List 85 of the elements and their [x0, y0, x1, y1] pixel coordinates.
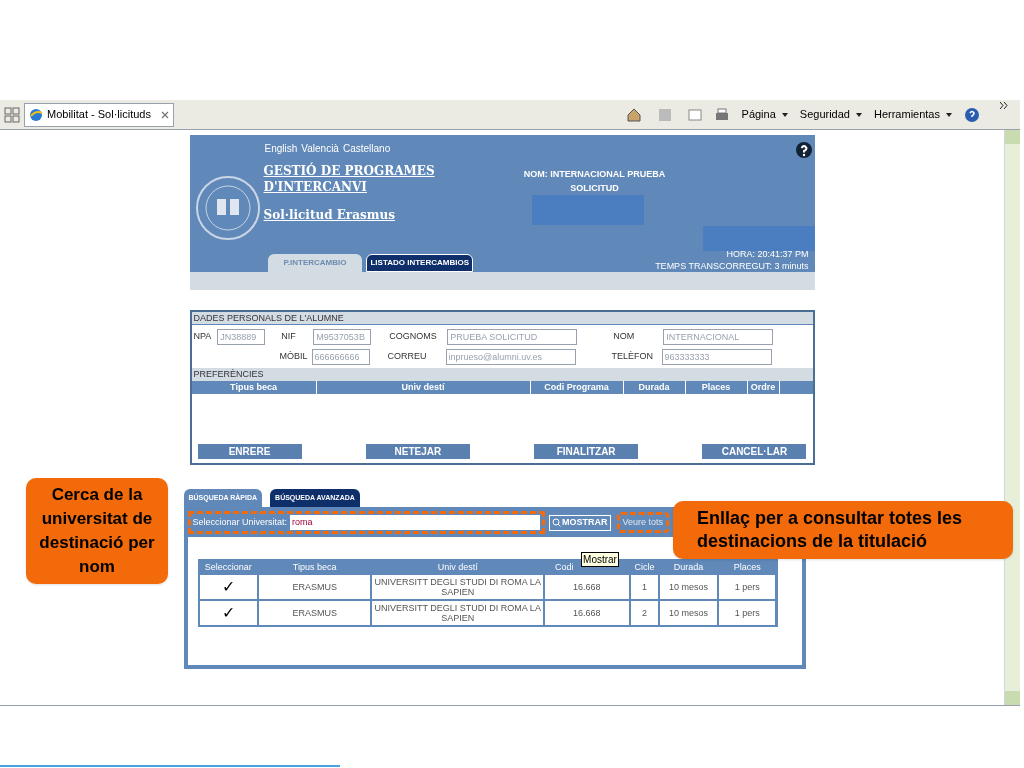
nav-tab[interactable]: P.INTERCAMBIO	[267, 254, 363, 272]
nav-tab[interactable]: LISTADO INTERCAMBIOS	[366, 254, 473, 272]
language-link[interactable]: Castellano	[342, 141, 391, 156]
input-field[interactable]: inprueso@alumni.uv.es	[445, 349, 576, 365]
column-header: Durada	[623, 381, 686, 394]
grid-icon[interactable]	[4, 106, 20, 123]
field-label: NPA	[193, 330, 212, 344]
chevron-icon[interactable]	[1000, 102, 1008, 109]
column-header: Durada	[673, 562, 704, 572]
action-button[interactable]: NETEJAR	[365, 444, 470, 459]
tab-title: Mobilitat - Sol·licituds	[47, 107, 151, 123]
column-header: Codi	[555, 562, 574, 572]
table-cell: UNIVERSITT DEGLI STUDI DI ROMA LA SAPIEN	[372, 601, 544, 625]
page-subtitle[interactable]: Sol·licitud Erasmus	[263, 207, 435, 223]
printer-icon[interactable]	[713, 107, 730, 122]
user-name: SOLICITUD	[570, 181, 619, 195]
field-label: TELÈFON	[611, 350, 654, 364]
field-label: COGNOMS	[389, 330, 438, 344]
search-field[interactable]: roma	[290, 515, 541, 530]
column-header: Ordre	[747, 381, 780, 394]
input-field[interactable]: M9537053B	[313, 329, 372, 345]
app-title[interactable]: GESTIÓ DE PROGRAMES	[263, 163, 435, 179]
field-label: NOM	[613, 330, 636, 344]
select-mark[interactable]: ✓	[199, 575, 258, 599]
input-field[interactable]: 963333333	[661, 349, 772, 365]
table-cell: 10 mesos	[660, 575, 717, 599]
browser-tab[interactable]: Mobilitat - Sol·licituds	[24, 102, 174, 127]
elapsed-time: TEMPS TRANSCORREGUT: 3 minuts	[655, 260, 809, 272]
column-header: Cicle	[634, 562, 655, 572]
column-header: Places	[685, 381, 748, 394]
close-icon[interactable]	[161, 110, 169, 119]
caret-icon[interactable]	[781, 112, 788, 117]
table-cell: 16.668	[545, 575, 629, 599]
section-title: DADES PERSONALS DE L'ALUMNE	[191, 312, 813, 325]
column-header: Univ destí	[437, 562, 478, 572]
search-icon[interactable]	[552, 518, 562, 527]
field-label: Seleccionar Universitat:	[192, 515, 288, 529]
column-header: Univ destí	[316, 381, 531, 394]
menu-item[interactable]: Herramientas	[873, 106, 940, 123]
language-link[interactable]: English	[264, 141, 298, 156]
column-header: Tipus beca	[191, 381, 317, 394]
input-field[interactable]: PRUEBA SOLICITUD	[447, 329, 578, 345]
table-cell: UNIVERSITT DEGLI STUDI DI ROMA LA SAPIEN	[372, 575, 544, 599]
user-name: NOM: INTERNACIONAL PRUEBA	[523, 168, 666, 181]
input-field[interactable]: INTERNACIONAL	[663, 329, 774, 345]
action-button[interactable]: ENRERE	[197, 444, 302, 459]
callout-text: Cerca de la universitat de destinació per nom	[26, 478, 168, 584]
field-label: NIF	[281, 330, 297, 344]
table-cell: 2	[630, 601, 659, 625]
table-cell: 1 pers	[718, 601, 776, 625]
table-cell: 16.668	[545, 601, 629, 625]
section-title: PREFERÈNCIES	[191, 368, 813, 381]
column-header: Places	[733, 562, 761, 572]
table-cell: 1	[630, 575, 659, 599]
menu-item[interactable]: Seguridad	[799, 106, 850, 123]
seal-icon	[194, 175, 261, 241]
show-button[interactable]: MOSTRAR	[549, 514, 611, 531]
scrollbar[interactable]	[1004, 130, 1020, 705]
language-link[interactable]: Valencià	[301, 141, 339, 156]
browser-icon[interactable]	[29, 107, 43, 122]
column-header: Codi Programa	[530, 381, 624, 394]
table-cell: ERASMUS	[259, 601, 371, 625]
column-header: Tipus beca	[292, 562, 337, 572]
tooltip: Mostrar	[581, 552, 619, 567]
column-header: Seleccionar	[204, 562, 252, 572]
table-cell: 10 mesos	[660, 601, 717, 625]
caret-icon[interactable]	[946, 112, 952, 117]
clock-text: HORA: 20:41:37 PM	[726, 248, 809, 260]
input-field[interactable]: 666666666	[311, 349, 370, 365]
table-cell: 1 pers	[718, 575, 776, 599]
select-mark[interactable]: ✓	[199, 601, 258, 625]
action-button[interactable]: CANCEL·LAR	[702, 444, 807, 459]
view-all-link[interactable]: Veure tots	[622, 516, 664, 527]
callout-text: Enllaç per a consultar totes les destinacions de la titulació	[673, 501, 1013, 559]
field-label: MÒBIL	[279, 350, 306, 364]
caret-icon[interactable]	[855, 112, 862, 117]
field-label: CORREU	[387, 350, 428, 364]
menu-item[interactable]: Página	[741, 106, 776, 123]
action-button[interactable]: FINALITZAR	[534, 444, 639, 459]
app-title[interactable]: D'INTERCANVI	[263, 179, 435, 195]
help-icon[interactable]	[964, 106, 980, 123]
home-icon[interactable]	[625, 106, 642, 123]
input-field[interactable]: JN38889	[217, 329, 266, 345]
table-cell: ERASMUS	[259, 575, 371, 599]
help-icon[interactable]	[794, 141, 813, 159]
